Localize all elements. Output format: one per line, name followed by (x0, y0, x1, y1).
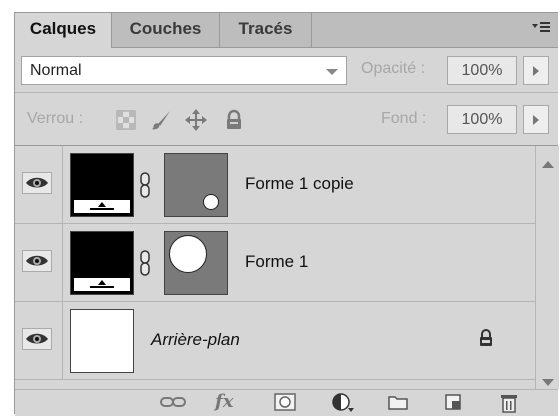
blend-mode-select[interactable]: Normal (21, 56, 347, 85)
opacity-slider-arrow[interactable] (523, 56, 549, 85)
panel-footer: fx (15, 389, 558, 416)
layer-name[interactable]: Arrière-plan (151, 330, 240, 350)
visibility-cell (15, 302, 63, 379)
layer-row[interactable]: Forme 1 (15, 224, 535, 302)
tab-couches[interactable]: Couches (112, 13, 220, 47)
lock-row: Verrou : Fond : 100% (15, 93, 558, 146)
shape-thumbnail[interactable] (70, 153, 134, 217)
chain-link-icon[interactable] (139, 172, 151, 203)
scroll-up-arrow-icon[interactable] (542, 156, 554, 174)
new-group-folder-icon[interactable] (387, 392, 409, 414)
tab-traces[interactable]: Tracés (220, 13, 312, 47)
eye-icon[interactable] (22, 172, 52, 194)
opacity-field[interactable]: 100% (447, 56, 517, 85)
opacity-label: Opacité : (361, 60, 426, 77)
lock-pixels-brush-icon[interactable] (150, 109, 172, 131)
chevron-down-icon (326, 69, 338, 75)
layers-list: Forme 1 copie Forme 1 Arrière-plan (15, 146, 535, 389)
blend-row: Normal Opacité : 100% (15, 48, 558, 93)
panel-tab-bar: Calques Couches Tracés (15, 13, 558, 48)
panel-menu-icon[interactable] (530, 19, 552, 39)
vector-mask-thumbnail[interactable] (164, 231, 228, 295)
layer-row[interactable]: Forme 1 copie (15, 146, 535, 224)
visibility-cell (15, 224, 63, 301)
adjustment-layer-icon[interactable] (331, 392, 355, 414)
layer-name[interactable]: Forme 1 (245, 252, 308, 272)
lock-transparency-icon[interactable] (115, 109, 137, 131)
lock-all-icon[interactable] (223, 109, 245, 131)
tab-calques[interactable]: Calques (15, 13, 112, 48)
visibility-cell (15, 146, 63, 223)
shape-thumbnail[interactable] (70, 231, 134, 295)
mask-circle-shape (169, 235, 207, 273)
background-thumbnail[interactable] (70, 309, 134, 373)
eye-icon[interactable] (22, 328, 52, 350)
layer-row[interactable]: Arrière-plan (15, 302, 535, 380)
fill-slider-arrow[interactable] (523, 105, 549, 134)
new-layer-icon[interactable] (443, 392, 465, 414)
mask-circle-shape (203, 194, 219, 210)
layers-scrollbar[interactable] (535, 146, 559, 389)
add-mask-icon[interactable] (273, 392, 297, 414)
delete-layer-trash-icon[interactable] (499, 392, 519, 414)
layers-panel: Calques Couches Tracés Normal Opacité : … (14, 12, 559, 416)
layer-name[interactable]: Forme 1 copie (245, 174, 354, 194)
lock-icon (477, 328, 495, 353)
vector-mask-thumbnail[interactable] (164, 153, 228, 217)
fill-swatch-strip (74, 200, 130, 213)
blend-mode-value: Normal (30, 62, 82, 79)
lock-position-move-icon[interactable] (185, 109, 207, 131)
fill-swatch-strip (74, 278, 130, 291)
fill-field[interactable]: 100% (447, 105, 517, 134)
fx-button[interactable]: fx (215, 392, 233, 414)
eye-icon[interactable] (22, 250, 52, 272)
lock-label: Verrou : (27, 110, 84, 127)
chain-link-icon[interactable] (139, 250, 151, 281)
link-layers-icon[interactable] (159, 392, 187, 414)
fill-label: Fond : (381, 110, 427, 127)
